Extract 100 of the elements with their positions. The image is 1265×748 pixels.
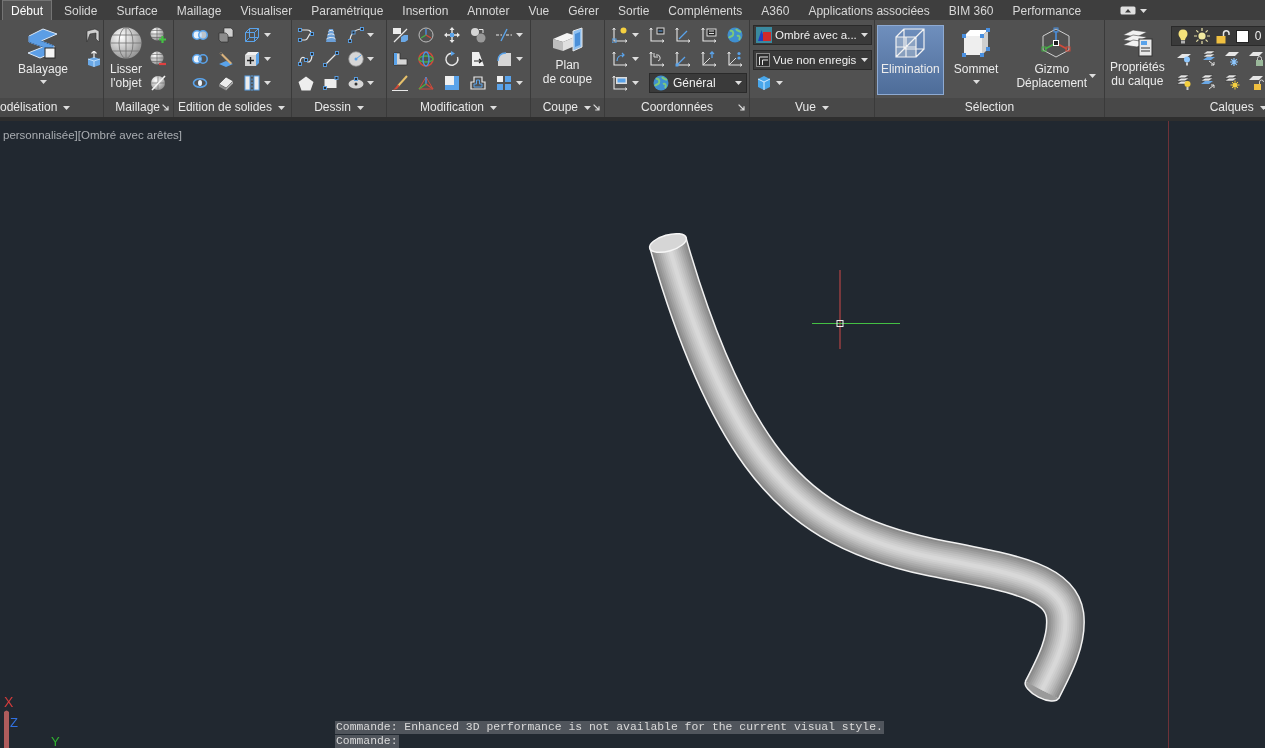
dialog-launcher-icon[interactable] [738,104,745,111]
knife-slice-icon[interactable] [218,51,234,67]
dialog-launcher-icon[interactable] [593,104,600,111]
ribbon-tab[interactable]: Gérer [558,1,608,20]
break-line-icon[interactable] [496,28,512,42]
visual-style-dropdown[interactable]: Ombré avec a... [753,25,872,45]
layer-unlock-icon[interactable] [1247,74,1264,90]
caret-icon[interactable] [776,81,783,85]
dialog-launcher-icon[interactable] [162,104,169,111]
viewport-controls-label[interactable]: personnalisée][Ombré avec arêtes] [3,128,182,142]
caret-icon[interactable] [516,81,523,85]
sweep-button[interactable]: Balayage [14,25,73,95]
layer-lock-icon[interactable] [1247,50,1264,66]
overlapping-rings-icon[interactable] [192,30,208,40]
caret-icon[interactable] [632,57,639,61]
axes-list-icon[interactable] [701,27,717,43]
ribbon-tab[interactable]: Solide [54,1,107,20]
spline-icon[interactable] [298,51,314,67]
line-icon[interactable] [323,51,339,67]
copy-spheres-icon[interactable] [470,27,486,43]
caret-icon[interactable] [516,57,523,61]
caret-icon[interactable] [1140,8,1148,13]
axes-light-icon[interactable] [612,27,628,43]
axes-diagonal-icon[interactable] [675,27,691,43]
vertex-button[interactable]: Sommet [949,25,1003,95]
named-view-dropdown[interactable]: Vue non enregis [753,50,872,70]
cube-arrow-icon[interactable] [86,51,103,67]
arc-icon[interactable] [348,27,364,43]
spiral-cone-icon[interactable] [323,27,339,43]
mesh-sphere-minus-icon[interactable] [150,51,166,67]
layers-bulb-icon[interactable] [1175,74,1192,90]
move-gizmo-button[interactable]: Gizmo Déplacement [1012,25,1101,95]
axes-circle-icon[interactable] [418,27,434,43]
layer-dropdown[interactable]: 0 [1170,26,1265,46]
overlapping-rings-icon[interactable] [192,54,208,64]
ribbon-tab[interactable]: Compléments [658,1,752,20]
caret-icon[interactable] [264,57,271,61]
eraser-icon[interactable] [218,75,234,91]
caret-icon[interactable] [632,81,639,85]
fillet-corner-icon[interactable] [496,51,512,67]
layers-sun-icon[interactable] [1223,74,1240,90]
mesh-sphere-plus-icon[interactable] [150,27,166,43]
ribbon-tab[interactable]: Insertion [392,1,458,20]
axes-arrow-icon[interactable] [612,51,628,67]
ring-icon[interactable] [192,78,208,88]
ribbon-tab[interactable]: Performance [1002,1,1091,20]
caret-icon[interactable] [516,33,523,37]
ribbon-tab[interactable]: Annoter [457,1,519,20]
folded-plane-icon[interactable] [86,27,101,43]
ribbon-tab[interactable]: Visualiser [230,1,302,20]
wireframe-cube-icon[interactable] [244,27,260,43]
caret-icon[interactable] [264,33,271,37]
ribbon-tab[interactable]: A360 [751,1,799,20]
rotate-arrow-icon[interactable] [444,51,460,67]
stretch-shape-icon[interactable] [470,51,486,67]
smooth-object-button[interactable]: Lisser l'objet [106,25,146,95]
nested-squares-icon[interactable] [444,75,460,91]
ribbon-tab[interactable]: Début [2,0,53,20]
tube-3d-model[interactable] [648,232,1085,702]
layer-properties-button[interactable]: Propriétés du calque [1106,25,1169,95]
rectangle-icon[interactable] [323,76,339,90]
ribbon-tab[interactable]: Sortie [607,1,659,20]
axes-up-icon[interactable] [701,51,717,67]
axes-screen-icon[interactable] [612,75,628,91]
ribbon-tab[interactable]: Maillage [166,1,231,20]
rotate-rings-icon[interactable] [418,51,434,67]
caret-icon[interactable] [264,81,271,85]
box-with-plus-icon[interactable] [244,51,260,67]
caret-icon[interactable] [367,57,374,61]
axes-points-icon[interactable] [727,51,743,67]
caret-icon[interactable] [632,33,639,37]
polyline-icon[interactable] [298,28,314,42]
command-prompt[interactable]: Commande: [335,735,399,748]
cube-icon[interactable] [756,75,772,91]
axes-undo-icon[interactable] [649,51,665,67]
ribbon-tab[interactable]: Applications associées [798,1,939,20]
slashed-box-icon[interactable] [392,27,408,43]
caret-icon[interactable] [367,81,374,85]
coordinate-system-dropdown[interactable]: Général [649,73,747,93]
ribbon-tab[interactable]: Surface [106,1,167,20]
stacked-boxes-icon[interactable] [218,27,234,43]
step-block-icon[interactable] [392,52,408,66]
circle-icon[interactable] [348,51,364,67]
crossed-sphere-icon[interactable] [150,75,166,91]
culling-button[interactable]: Elimination [877,25,944,95]
layers-arrow-icon[interactable] [1199,74,1216,90]
globe-icon[interactable] [727,27,743,43]
section-plane-button[interactable]: Plan de coupe [538,25,597,95]
caret-icon[interactable] [367,33,374,37]
ribbon-tab[interactable]: Paramétrique [301,1,393,20]
axes-window-icon[interactable] [649,27,665,43]
layer-snowflake-icon[interactable] [1223,50,1240,66]
pentagon-icon[interactable] [298,75,314,91]
split-bars-icon[interactable] [244,75,260,91]
move-arrows-icon[interactable] [444,27,460,43]
paintbrush-icon[interactable] [392,75,408,91]
ribbon-tab[interactable]: BIM 360 [938,1,1003,20]
axes-origin-icon[interactable] [675,51,691,67]
grid-array-icon[interactable] [496,75,512,91]
offset-outline-icon[interactable] [470,76,486,90]
